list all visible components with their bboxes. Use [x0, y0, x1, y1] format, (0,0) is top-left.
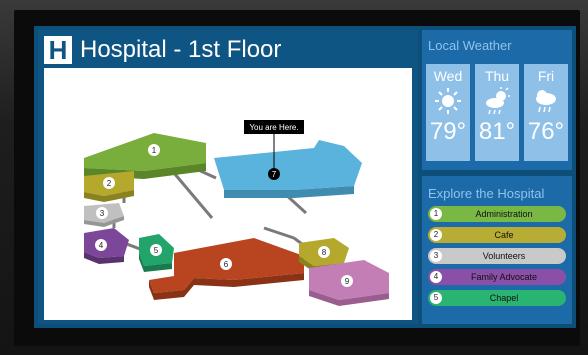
svg-text:5: 5 [154, 246, 159, 255]
item-label: Family Advocate [470, 272, 538, 282]
svg-text:3: 3 [100, 209, 105, 218]
day-temp: 76° [527, 118, 565, 145]
day-temp: 79° [429, 118, 467, 145]
item-label: Chapel [489, 293, 519, 303]
room-7[interactable] [214, 140, 362, 198]
svg-text:2: 2 [107, 179, 112, 188]
item-number: 2 [430, 229, 442, 241]
item-number: 4 [430, 271, 442, 283]
item-label: Administration [475, 209, 533, 219]
room-label-8: 8 [318, 246, 330, 258]
hospital-logo-icon: H [44, 36, 72, 64]
item-label: Cafe [494, 230, 514, 240]
you-are-here-label: You are Here. [249, 123, 298, 132]
explore-item-volunteers[interactable]: 3 Volunteers [428, 248, 566, 264]
item-number: 3 [430, 250, 442, 262]
item-number: 5 [430, 292, 442, 304]
room-1[interactable] [84, 133, 206, 179]
sidebar: Local Weather Wed 79° Thu 81° Fri 76° Ex… [422, 30, 572, 324]
floor-map-svg: You are Here. 1 2 3 4 5 6 7 8 9 [84, 120, 389, 306]
sun-icon [426, 86, 470, 116]
day-name: Fri [537, 68, 555, 84]
room-label-7: 7 [268, 168, 280, 180]
room-label-6: 6 [220, 258, 232, 270]
svg-text:1: 1 [152, 146, 157, 155]
explore-item-family-advocate[interactable]: 4 Family Advocate [428, 269, 566, 285]
map-panel: H Hospital - 1st Floor You are Here. 1 2… [38, 30, 418, 324]
page-title: Hospital - 1st Floor [80, 36, 282, 63]
day-temp: 81° [478, 118, 516, 145]
cloud-rain-icon [524, 86, 568, 116]
room-label-2: 2 [103, 177, 115, 189]
item-label: Volunteers [482, 251, 526, 261]
svg-text:9: 9 [345, 277, 350, 286]
explore-title: Explore the Hospital [428, 186, 545, 201]
svg-text:8: 8 [322, 248, 327, 257]
room-label-3: 3 [96, 207, 108, 219]
weather-panel: Local Weather Wed 79° Thu 81° Fri 76° [422, 30, 572, 170]
partly-sunny-rain-icon [475, 86, 519, 116]
day-name: Thu [484, 68, 510, 84]
weather-day-thu: Thu 81° [475, 64, 519, 161]
svg-text:7: 7 [272, 170, 277, 179]
floor-map: You are Here. 1 2 3 4 5 6 7 8 9 [44, 68, 412, 320]
explore-item-cafe[interactable]: 2 Cafe [428, 227, 566, 243]
room-label-5: 5 [150, 244, 162, 256]
weather-title: Local Weather [428, 38, 512, 53]
svg-text:6: 6 [224, 260, 229, 269]
header: H Hospital - 1st Floor [44, 36, 281, 64]
room-label-9: 9 [341, 275, 353, 287]
weather-day-wed: Wed 79° [426, 64, 470, 161]
explore-item-chapel[interactable]: 5 Chapel [428, 290, 566, 306]
svg-text:4: 4 [99, 241, 104, 250]
room-label-1: 1 [148, 144, 160, 156]
kiosk-screen: H Hospital - 1st Floor You are Here. 1 2… [34, 26, 576, 328]
item-number: 1 [430, 208, 442, 220]
explore-panel: Explore the Hospital 1 Administration 2 … [422, 176, 572, 324]
day-name: Wed [433, 68, 463, 84]
explore-list: 1 Administration 2 Cafe 3 Volunteers 4 F… [428, 206, 566, 311]
weather-day-fri: Fri 76° [524, 64, 568, 161]
room-label-4: 4 [95, 239, 107, 251]
explore-item-administration[interactable]: 1 Administration [428, 206, 566, 222]
